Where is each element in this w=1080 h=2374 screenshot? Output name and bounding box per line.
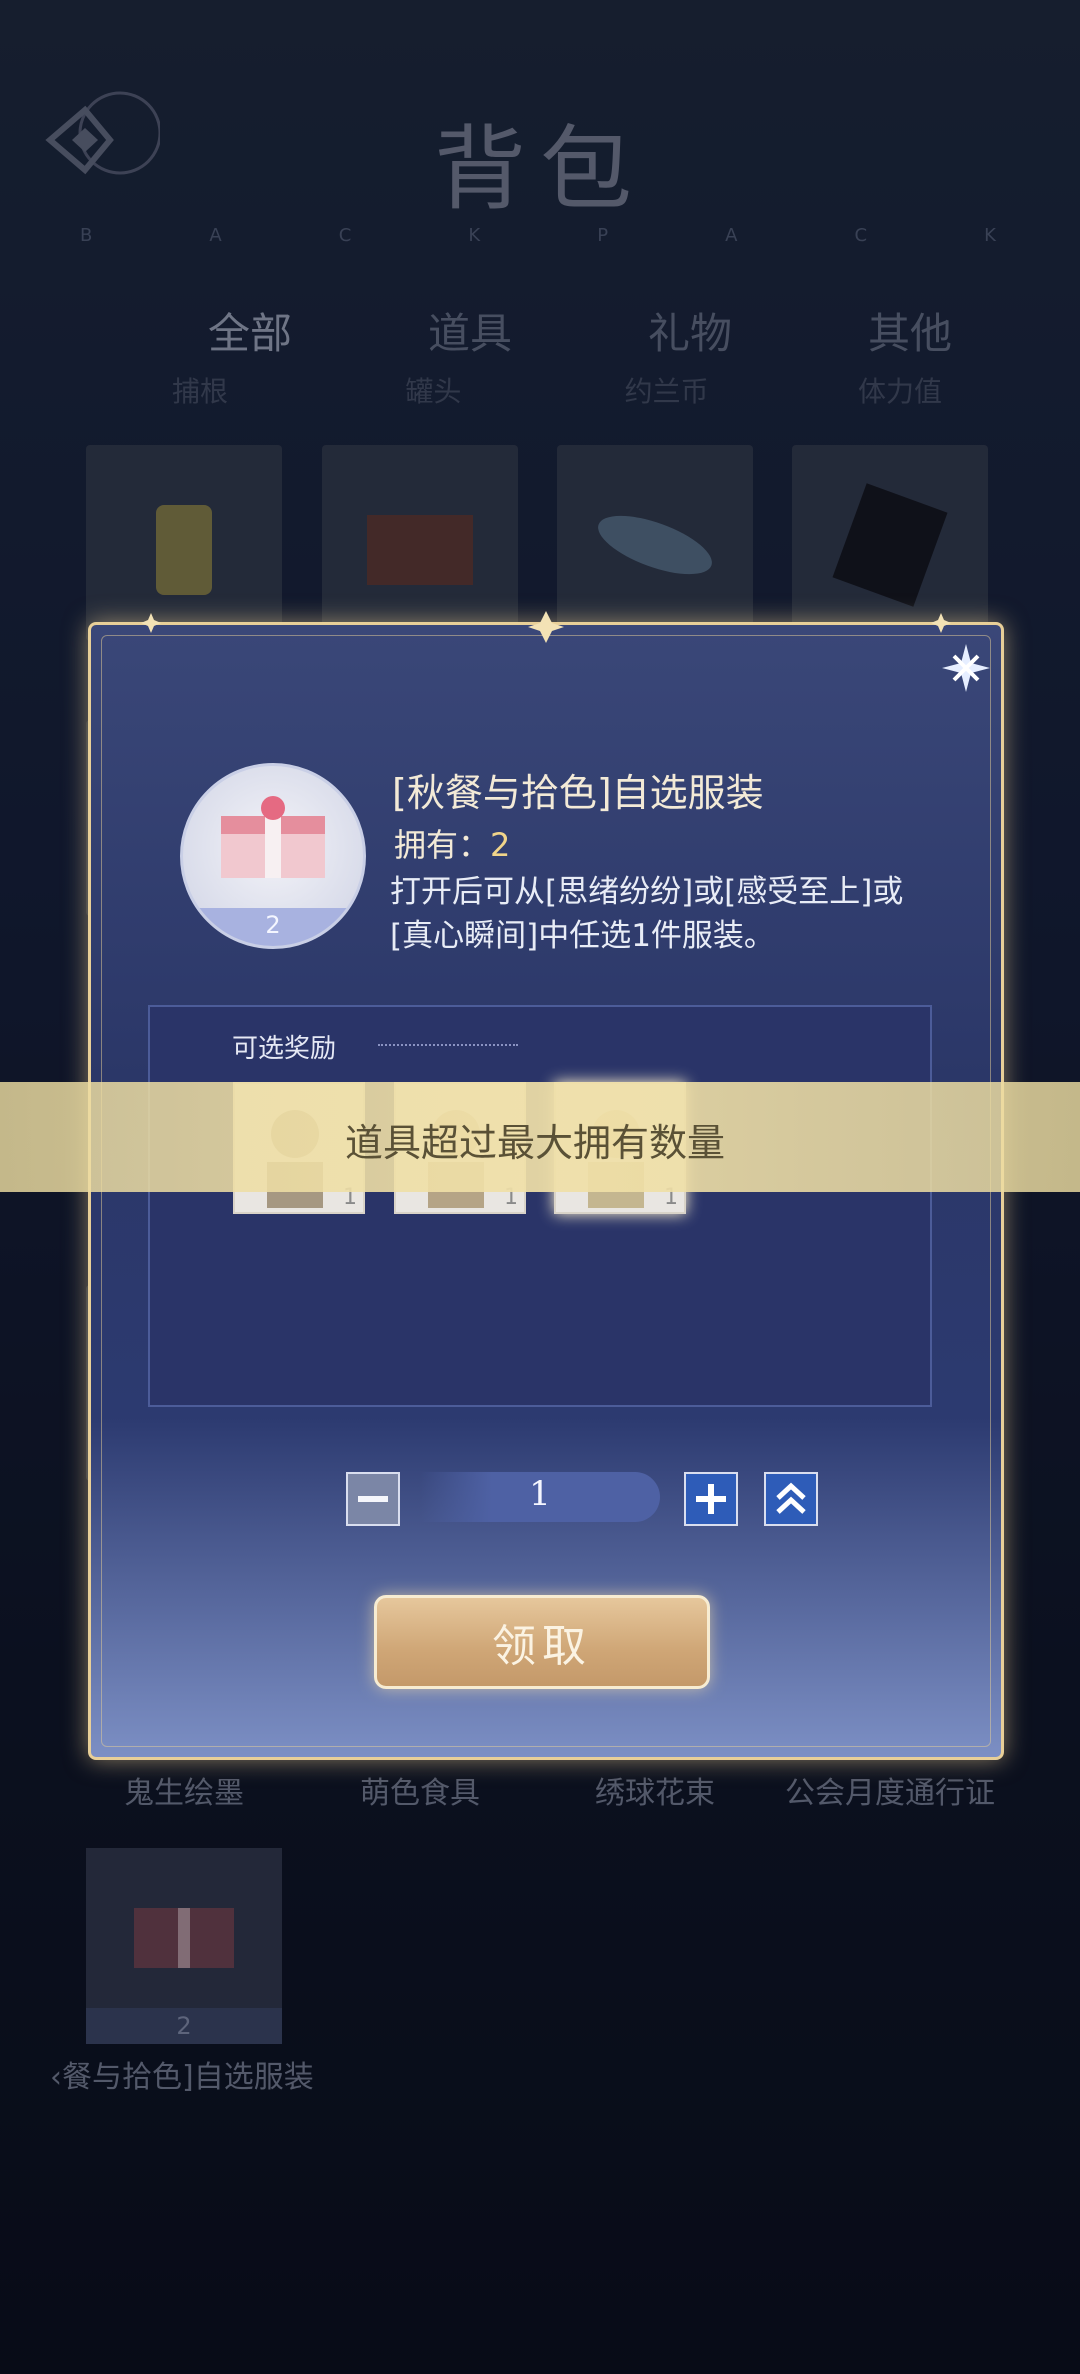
close-icon	[942, 644, 990, 692]
increase-quantity-button[interactable]	[684, 1472, 738, 1526]
close-button[interactable]	[938, 640, 994, 696]
quantity-value: 1	[529, 1474, 551, 1514]
decorative-stars	[141, 611, 951, 643]
gift-box-icon	[221, 796, 325, 878]
claim-button-label: 领取	[492, 1621, 592, 1672]
divider	[378, 1044, 518, 1046]
toast-message: 道具超过最大拥有数量	[345, 1121, 726, 1165]
decrease-quantity-button[interactable]	[346, 1472, 400, 1526]
max-quantity-button[interactable]	[764, 1472, 818, 1526]
item-title: [秋餐与拾色]自选服装	[392, 771, 764, 815]
item-count: 2	[183, 908, 363, 946]
reward-section-label: 可选奖励	[232, 1034, 337, 1064]
owned-label: 拥有：	[394, 826, 491, 864]
double-chevron-up-icon	[776, 1482, 806, 1514]
item-description: 打开后可从[思绪纷纷]或[感受至上]或[真心瞬间]中任选1件服装。	[390, 874, 904, 954]
claim-button[interactable]: 领取	[374, 1595, 710, 1689]
owned-value: 2	[490, 826, 511, 864]
item-image: 2	[180, 763, 366, 949]
owned-count: 拥有：2	[394, 820, 510, 866]
